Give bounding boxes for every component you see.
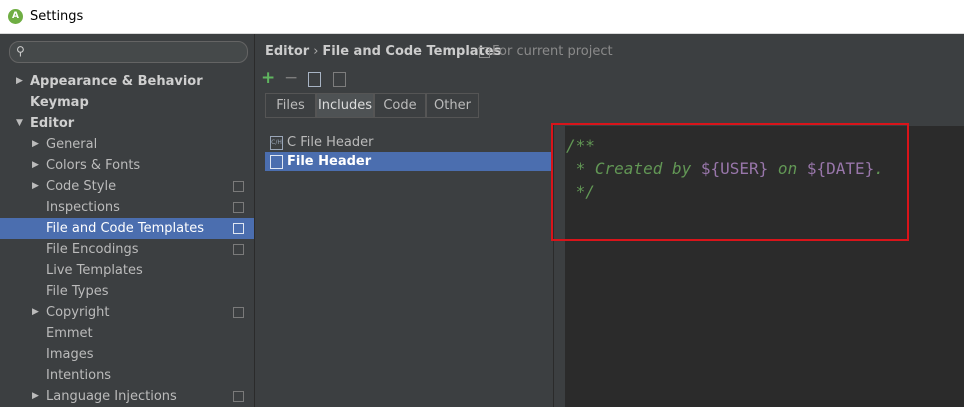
breadcrumb-separator: › xyxy=(313,44,319,59)
highlight-annotation-box xyxy=(551,123,909,241)
sidebar-item-label: Inspections xyxy=(46,200,120,215)
sidebar-item-label: Emmet xyxy=(46,326,93,341)
project-scope-icon xyxy=(233,223,244,234)
sidebar-item-language-injections[interactable]: ▶ Language Injections xyxy=(0,386,254,407)
sidebar-item-label: Code Style xyxy=(46,179,117,194)
collapsed-arrow-icon[interactable]: ▶ xyxy=(32,302,39,323)
project-scope-icon xyxy=(233,181,244,192)
search-icon: ⚲ xyxy=(16,44,25,58)
sidebar-item-label: File Types xyxy=(46,284,109,299)
sidebar-item-live-templates[interactable]: Live Templates xyxy=(0,260,254,281)
remove-template-button[interactable]: − xyxy=(284,70,298,87)
settings-search-input[interactable]: ⚲ xyxy=(9,41,248,63)
add-template-button[interactable]: + xyxy=(261,70,275,87)
sidebar-item-label: Editor xyxy=(30,116,75,131)
sidebar-item-appearance-behavior[interactable]: ▶ Appearance & Behavior xyxy=(0,71,254,92)
sidebar-item-label: Live Templates xyxy=(46,263,143,278)
sidebar-item-label: Language Injections xyxy=(46,389,177,404)
collapsed-arrow-icon[interactable]: ▶ xyxy=(32,134,39,155)
sidebar-item-emmet[interactable]: Emmet xyxy=(0,323,254,344)
title-bar: A Settings xyxy=(0,0,964,34)
tab-other[interactable]: Other xyxy=(426,93,479,118)
collapsed-arrow-icon[interactable]: ▶ xyxy=(32,176,39,197)
window-title: Settings xyxy=(30,9,84,24)
sidebar-item-editor[interactable]: ▼ Editor xyxy=(0,113,254,134)
project-scope-icon xyxy=(479,47,490,58)
collapsed-arrow-icon[interactable]: ▶ xyxy=(16,71,23,92)
project-scope-icon xyxy=(233,244,244,255)
sidebar-item-copyright[interactable]: ▶ Copyright xyxy=(0,302,254,323)
template-item-file-header[interactable]: File Header xyxy=(265,152,553,171)
collapsed-arrow-icon[interactable]: ▶ xyxy=(32,386,39,407)
c-file-icon: C/H xyxy=(270,136,283,150)
sidebar-item-label: Copyright xyxy=(46,305,110,320)
tab-files[interactable]: Files xyxy=(265,93,316,118)
sidebar-item-label: File Encodings xyxy=(46,242,139,257)
project-scope-icon xyxy=(233,307,244,318)
copy-template-icon[interactable] xyxy=(308,72,321,87)
tab-code[interactable]: Code xyxy=(374,93,426,118)
scope-label: For current project xyxy=(492,44,613,59)
expanded-arrow-icon[interactable]: ▼ xyxy=(16,113,23,134)
sidebar-item-file-and-code-templates[interactable]: File and Code Templates xyxy=(0,218,254,239)
sidebar-item-label: Keymap xyxy=(30,95,89,110)
sidebar-item-label: Appearance & Behavior xyxy=(30,74,203,89)
sidebar-item-images[interactable]: Images xyxy=(0,344,254,365)
sidebar-item-colors-fonts[interactable]: ▶ Colors & Fonts xyxy=(0,155,254,176)
template-item-c-file-header[interactable]: C/H C File Header xyxy=(265,133,553,152)
settings-sidebar: ⚲ ▶ Appearance & Behavior Keymap ▼ Editor ▶ Ge… xyxy=(0,34,255,407)
sidebar-item-code-style[interactable]: ▶ Code Style xyxy=(0,176,254,197)
file-icon xyxy=(270,155,283,169)
project-scope-icon xyxy=(233,202,244,213)
sidebar-item-keymap[interactable]: Keymap xyxy=(0,92,254,113)
sidebar-item-label: File and Code Templates xyxy=(46,221,204,236)
breadcrumb-parent[interactable]: Editor xyxy=(265,44,309,59)
project-scope-icon xyxy=(233,391,244,402)
tab-includes[interactable]: Includes xyxy=(316,93,374,118)
sidebar-item-general[interactable]: ▶ General xyxy=(0,134,254,155)
sidebar-item-label: Colors & Fonts xyxy=(46,158,141,173)
sidebar-item-label: Intentions xyxy=(46,368,112,383)
reset-template-icon[interactable] xyxy=(333,72,346,87)
sidebar-item-label: General xyxy=(46,137,98,152)
collapsed-arrow-icon[interactable]: ▶ xyxy=(32,155,39,176)
android-studio-icon: A xyxy=(8,9,23,24)
template-list: C/H C File Header File Header xyxy=(265,131,555,407)
sidebar-item-file-encodings[interactable]: File Encodings xyxy=(0,239,254,260)
breadcrumb: Editor › File and Code Templates xyxy=(265,44,501,59)
sidebar-item-inspections[interactable]: Inspections xyxy=(0,197,254,218)
sidebar-item-label: Images xyxy=(46,347,94,362)
sidebar-item-intentions[interactable]: Intentions xyxy=(0,365,254,386)
breadcrumb-current: File and Code Templates xyxy=(322,44,502,59)
sidebar-item-file-types[interactable]: File Types xyxy=(0,281,254,302)
